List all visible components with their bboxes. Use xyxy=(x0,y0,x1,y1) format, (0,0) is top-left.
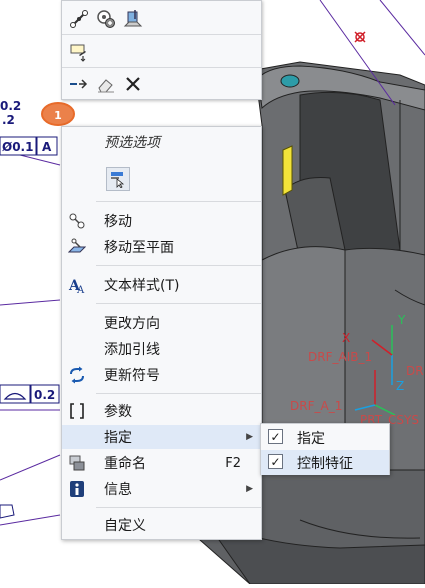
menu-item-parameters[interactable]: 参数 xyxy=(62,399,261,423)
dimension-text-b[interactable]: .2 xyxy=(2,113,15,127)
note-balloon[interactable]: 1 xyxy=(41,102,75,126)
mini-toolbar xyxy=(61,0,262,100)
gtol-tolerance[interactable]: Ø0.1 xyxy=(2,140,33,154)
info-icon xyxy=(68,480,86,498)
graphics-viewport[interactable]: 0.2 .2 Ø0.1 A 1 0.2 Y X DRF_AIB_1 DR Z D… xyxy=(0,0,425,585)
menu-item-add-leader[interactable]: 添加引线 xyxy=(62,337,261,361)
menu-item-update-symbol[interactable]: 更新符号 xyxy=(62,363,261,387)
menu-item-customize-label: 自定义 xyxy=(104,518,146,534)
axis-z-label: Z xyxy=(396,379,404,393)
dimension-text-a[interactable]: 0.2 xyxy=(0,99,21,113)
rename-shortcut: F2 xyxy=(225,455,241,471)
chain-link-icon[interactable] xyxy=(68,8,90,30)
delete-x-icon[interactable] xyxy=(122,73,144,95)
preselect-filter-button[interactable] xyxy=(106,167,130,191)
menu-item-text-style[interactable]: AA 文本样式(T) xyxy=(62,273,261,297)
menu-item-text-style-label: 文本样式(T) xyxy=(104,278,180,294)
checkbox-checked-icon[interactable]: ✓ xyxy=(268,429,283,444)
checkbox-checked-icon[interactable]: ✓ xyxy=(268,454,283,469)
menu-item-parameters-label: 参数 xyxy=(104,404,132,420)
submenu-arrow-icon: ▶ xyxy=(246,484,253,494)
eraser-icon[interactable] xyxy=(95,73,117,95)
balloon-number: 1 xyxy=(54,109,62,122)
submenu-arrow-icon: ▶ xyxy=(246,432,253,442)
menu-item-move-to-plane[interactable]: 移动至平面 xyxy=(62,235,261,259)
gear-shape-icon[interactable] xyxy=(95,8,117,30)
menu-separator xyxy=(96,265,261,266)
axis-y-label: Y xyxy=(397,313,406,327)
menu-item-rename[interactable]: 重命名 F2 xyxy=(62,451,261,475)
menu-item-move[interactable]: 移动 xyxy=(62,209,261,233)
axis-x-label: X xyxy=(342,331,350,345)
drf-edge-label: DR xyxy=(406,364,424,378)
edit-definition-icon[interactable] xyxy=(68,41,90,63)
menu-item-info[interactable]: 信息 ▶ xyxy=(62,477,261,501)
preselect-options-label: 预选选项 xyxy=(104,135,160,151)
text-style-icon: AA xyxy=(68,276,86,294)
menu-item-move-to-plane-label: 移动至平面 xyxy=(104,240,174,256)
rename-icon xyxy=(68,454,86,472)
svg-text:A: A xyxy=(76,285,85,294)
assign-submenu: ✓ 指定 ✓ 控制特征 xyxy=(260,423,390,475)
context-menu: 预选选项 移动 移动至平面 AA 文本样式(T) 更改方向 添加引线 更新符号 xyxy=(61,126,262,540)
gtol-datum[interactable]: A xyxy=(42,140,52,154)
menu-item-change-direction[interactable]: 更改方向 xyxy=(62,311,261,335)
submenu-item-control-feature-label: 控制特征 xyxy=(297,456,353,472)
move-to-plane-icon xyxy=(68,238,86,256)
menu-item-move-label: 移动 xyxy=(104,214,132,230)
menu-item-info-label: 信息 xyxy=(104,482,132,498)
menu-separator xyxy=(96,201,261,202)
menu-item-assign[interactable]: 指定 ▶ xyxy=(62,425,261,449)
drf-a-label: DRF_A_1 xyxy=(290,399,342,413)
menu-item-assign-label: 指定 xyxy=(104,430,132,446)
datum-point-marker[interactable] xyxy=(354,31,366,43)
reroute-arrow-icon[interactable] xyxy=(68,73,90,95)
brackets-icon xyxy=(68,402,86,420)
menu-item-update-symbol-label: 更新符号 xyxy=(104,368,160,384)
drf-aib-label: DRF_AIB_1 xyxy=(308,350,372,364)
move-icon xyxy=(68,212,86,230)
sketch-plane-icon[interactable] xyxy=(122,8,144,30)
mini-toolbar-row-2 xyxy=(62,36,261,68)
refresh-arrows-icon xyxy=(68,366,86,384)
mini-toolbar-row-1 xyxy=(62,3,261,35)
submenu-item-assign-label: 指定 xyxy=(297,431,325,447)
menu-separator xyxy=(96,507,261,508)
submenu-item-assign[interactable]: ✓ 指定 xyxy=(261,425,389,450)
submenu-item-control-feature[interactable]: ✓ 控制特征 xyxy=(261,450,389,475)
menu-item-rename-label: 重命名 xyxy=(104,456,146,472)
menu-item-customize[interactable]: 自定义 xyxy=(62,513,261,537)
flatness-value[interactable]: 0.2 xyxy=(34,388,55,402)
menu-separator xyxy=(96,393,261,394)
menu-separator xyxy=(96,303,261,304)
menu-item-change-direction-label: 更改方向 xyxy=(104,316,160,332)
select-filter-icon xyxy=(111,172,125,188)
mini-toolbar-row-3 xyxy=(62,69,261,99)
menu-item-add-leader-label: 添加引线 xyxy=(104,342,160,358)
